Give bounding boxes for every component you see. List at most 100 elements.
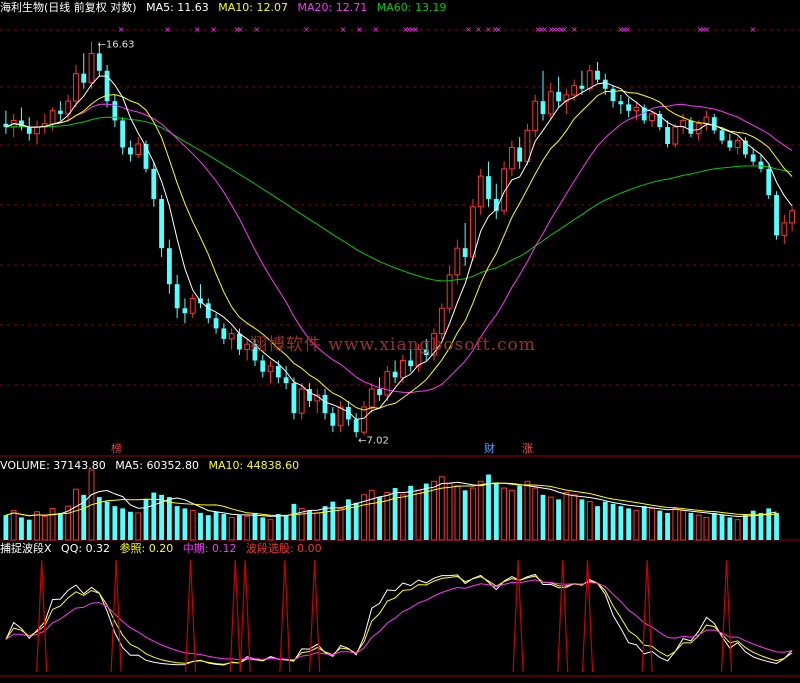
candle-body-48 (377, 389, 382, 395)
volume-bar-32 (252, 512, 258, 540)
volume-bar-31 (244, 515, 251, 541)
ma5-label: MA5: 11.63 (146, 1, 209, 14)
volume-bar-68 (532, 487, 539, 541)
candle-body-11 (88, 52, 95, 84)
volume-bar-5 (41, 515, 48, 541)
candle-body-65 (508, 146, 515, 170)
candle-body-83 (649, 113, 655, 121)
event-tag-rise[interactable]: 涨 (520, 442, 535, 455)
volume-bar-97 (758, 512, 764, 540)
volume-bar-24 (189, 510, 196, 541)
candle-body-46 (361, 406, 367, 433)
volume-bar-89 (695, 514, 702, 541)
band-pulse-9 (581, 559, 594, 673)
qq-line (5, 573, 793, 666)
candle-body-34 (267, 365, 274, 373)
low-annotation: ←7.02 (358, 435, 389, 446)
candle-body-10 (81, 73, 87, 83)
signal-marker-0: × (118, 25, 125, 34)
volume-bar-41 (322, 506, 328, 540)
volume-bar-71 (556, 499, 561, 540)
band-pulse-10 (641, 559, 653, 673)
band-pulse-2 (184, 559, 197, 673)
volume-bar-35 (275, 514, 281, 540)
volume-bar-58 (454, 485, 461, 541)
event-tag-finance[interactable]: 财 (482, 442, 497, 455)
volume-bar-88 (688, 512, 694, 540)
signal-marker-7: × (303, 25, 310, 34)
signal-marker-14: × (412, 25, 419, 34)
volume-bar-86 (672, 507, 679, 541)
candle-body-58 (454, 247, 461, 276)
signal-marker-19: × (495, 25, 502, 34)
volume-bar-92 (719, 515, 725, 540)
candle-body-93 (727, 140, 733, 148)
band-pulse-8 (557, 559, 569, 673)
candle-body-8 (65, 100, 72, 115)
volume-bar-25 (198, 512, 203, 540)
signal-marker-2: × (194, 25, 201, 34)
chart-stage: ←16.63 ←7.02 × × × × × × × × × × × × × × × × × × × × × × × × × × × × ×… (0, 0, 800, 679)
band-pulse-0 (36, 559, 48, 673)
volume-bar-26 (205, 515, 211, 540)
volume-bar-30 (237, 515, 242, 540)
volume-bar-76 (595, 506, 600, 540)
volume-bar-70 (547, 496, 554, 541)
volume-bar-53 (415, 489, 422, 541)
volume-bar-66 (517, 485, 523, 540)
indicator-header: 捕捉波段X QQ: 0.32 参照: 0.20 中期: 0.12 波段选股: 0… (0, 541, 328, 556)
candle-body-17 (135, 143, 142, 155)
signal-marker-15: × (465, 25, 472, 34)
volume-bar-57 (446, 483, 453, 541)
ma60-label: MA60: 13.19 (376, 1, 447, 14)
volume-bar-61 (477, 480, 484, 541)
volume-bar-85 (665, 512, 670, 540)
candle-body-9 (73, 73, 79, 102)
signal-marker-31: × (624, 25, 631, 34)
volume-bar-78 (610, 503, 616, 540)
volume-bar-77 (602, 501, 608, 540)
volume-bar-99 (774, 512, 779, 540)
candle-body-19 (151, 168, 157, 199)
volume-bar-17 (135, 512, 142, 541)
qq-label: QQ: 0.32 (61, 542, 111, 555)
volume-bar-90 (703, 516, 710, 541)
volume-bar-72 (563, 492, 570, 541)
candle-body-16 (128, 147, 133, 155)
volume-bar-59 (462, 490, 468, 540)
volume-bar-42 (330, 501, 336, 540)
event-tag-rank[interactable]: 榜 (109, 442, 124, 455)
volume-bar-7 (57, 512, 63, 540)
candle-body-22 (174, 284, 180, 309)
candle-body-81 (633, 107, 640, 112)
candle-body-91 (711, 117, 717, 131)
volume-bar-15 (120, 508, 126, 540)
volume-bar-2 (19, 517, 24, 540)
volume-bar-67 (524, 480, 531, 541)
signal-marker-34: × (703, 25, 710, 34)
candle-body-100 (781, 222, 788, 236)
mid-line (5, 579, 793, 661)
band-pulse-6 (309, 559, 321, 673)
volume-bar-37 (291, 503, 297, 540)
band-pulse-11 (720, 559, 733, 673)
candle-body-90 (703, 116, 710, 125)
volume-bar-63 (493, 483, 499, 540)
candle-body-6 (49, 110, 56, 125)
candle-body-42 (330, 413, 336, 426)
candle-body-29 (228, 333, 235, 340)
volume-bar-47 (368, 489, 375, 541)
volume-bar-27 (213, 511, 219, 540)
candle-body-98 (766, 168, 772, 196)
volume-bar-14 (112, 506, 118, 540)
candle-body-7 (57, 110, 63, 114)
volume-bar-87 (680, 510, 687, 541)
volume-bar-79 (618, 506, 624, 540)
volume-bar-50 (392, 488, 398, 540)
candle-body-86 (672, 126, 679, 145)
candle-body-36 (283, 377, 289, 384)
candle-body-76 (595, 70, 600, 80)
candle-body-41 (322, 394, 328, 414)
candle-body-38 (298, 388, 305, 414)
volume-bar-74 (579, 499, 585, 540)
